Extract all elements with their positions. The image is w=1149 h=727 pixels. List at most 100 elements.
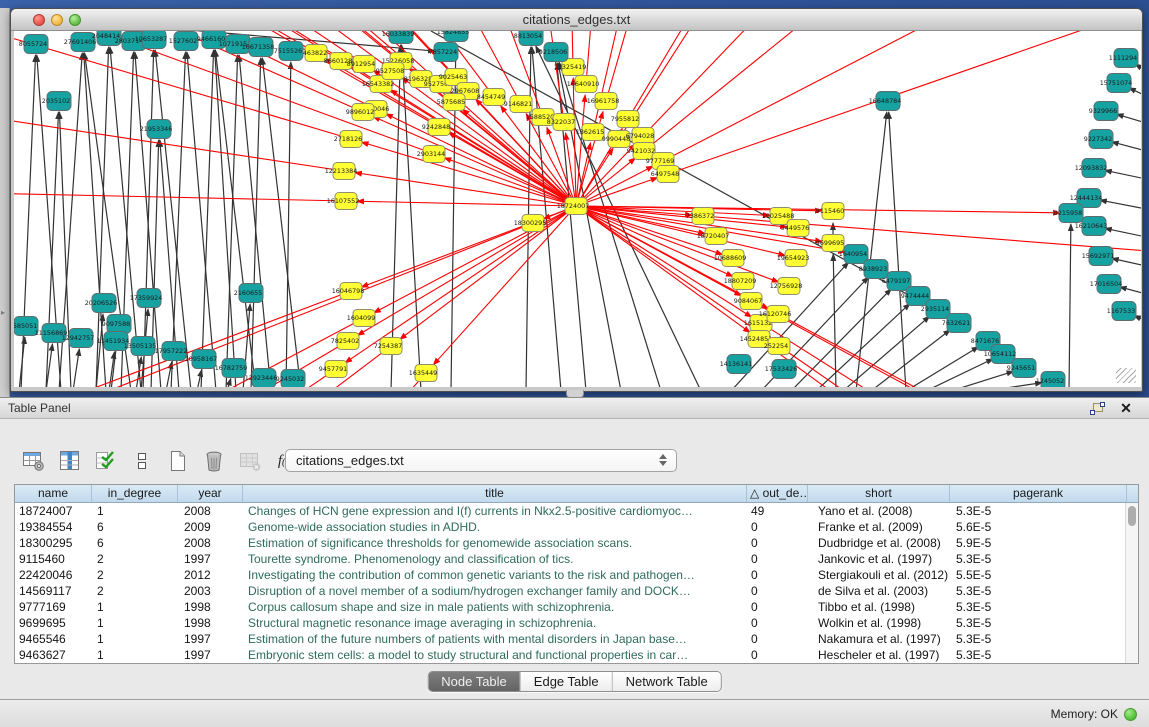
- graph-node-label: 9699695: [816, 239, 844, 247]
- graph-node-label: 2718126: [334, 135, 362, 143]
- table-selector-dropdown[interactable]: citations_edges.txt: [285, 449, 677, 472]
- column-header-name[interactable]: name: [15, 485, 92, 502]
- graph-node-label: 16782759: [215, 364, 248, 372]
- panel-collapse-arrow-icon[interactable]: ▸: [1, 308, 5, 317]
- float-window-icon[interactable]: [1090, 402, 1105, 415]
- graph-node-label: 8215958: [1054, 209, 1082, 217]
- graph-node-label: 252254: [764, 342, 788, 350]
- cell-out_degree: 0: [747, 535, 808, 551]
- cell-title: Tourette syndrome. Phenomenology and cla…: [243, 551, 747, 567]
- cell-pagerank: 5.3E-5: [950, 647, 1125, 663]
- graph-node-label: 7632621: [942, 319, 970, 327]
- memory-ok-indicator: [1124, 708, 1137, 721]
- table-row[interactable]: 946554611997Estimation of the future num…: [15, 631, 1125, 647]
- column-header-short[interactable]: short: [808, 485, 950, 502]
- column-visibility-icon[interactable]: [56, 448, 83, 474]
- cell-name: 9465546: [15, 631, 92, 647]
- vertical-scrollbar[interactable]: [1125, 503, 1138, 663]
- graph-node-label: 9218506: [539, 48, 567, 56]
- graph-node-label: 7254387: [374, 342, 402, 350]
- table-settings-icon[interactable]: [20, 448, 47, 474]
- graph-node-label: 1585051: [14, 322, 37, 330]
- trash-icon[interactable]: [200, 448, 227, 474]
- cell-short: Yano et al. (2008): [808, 503, 950, 519]
- network-view-window[interactable]: citations_edges.txt 18724007746382286601…: [10, 8, 1143, 392]
- node-table: namein_degreeyeartitle△ out_de…shortpage…: [14, 484, 1139, 664]
- cell-year: 1998: [178, 599, 243, 615]
- column-header-in_degree[interactable]: in_degree: [92, 485, 178, 502]
- graph-node-label: 1362615: [576, 128, 604, 136]
- left-panel-gutter: ▸: [0, 8, 10, 397]
- graph-node-label: 13505135: [124, 342, 157, 350]
- cell-pagerank: 5.9E-5: [950, 535, 1125, 551]
- cell-title: Corpus callosum shape and size in male p…: [243, 599, 747, 615]
- table-row[interactable]: 1872400712008Changes of HCN gene express…: [15, 503, 1125, 519]
- graph-node-label: 9329966: [1089, 107, 1117, 115]
- tab-node-table[interactable]: Node Table: [428, 672, 520, 691]
- graph-node-label: 16543382: [362, 80, 395, 88]
- table-row[interactable]: 969969511998Structural magnetic resonanc…: [15, 615, 1125, 631]
- tab-edge-table[interactable]: Edge Table: [520, 672, 612, 691]
- graph-node-label: 7825402: [331, 337, 359, 345]
- graph-node-label: 6479197: [882, 277, 910, 285]
- graph-node-label: 2935114: [921, 305, 949, 313]
- row-select-icon[interactable]: [92, 448, 119, 474]
- table-panel: Table Panel ✕: [0, 397, 1149, 699]
- graph-node-label: 10654112: [984, 350, 1017, 358]
- table-row[interactable]: 1830029562008Estimation of significance …: [15, 535, 1125, 551]
- graph-node-label: 15824855: [437, 31, 470, 36]
- cell-pagerank: 5.3E-5: [950, 583, 1125, 599]
- graph-node-label: 20206526: [85, 299, 118, 307]
- graph-node-label: 7515526: [274, 47, 302, 55]
- graph-node-label: 8938923: [859, 265, 887, 273]
- cell-year: 1997: [178, 631, 243, 647]
- graph-node-label: 17016504: [1090, 280, 1123, 288]
- cell-short: Stergiakouli et al. (2012): [808, 567, 950, 583]
- graph-node-label: 11325419: [554, 63, 587, 71]
- cell-name: 9777169: [15, 599, 92, 615]
- cell-short: Tibbo et al. (1998): [808, 599, 950, 615]
- cell-name: 9463627: [15, 647, 92, 663]
- table-row[interactable]: 1456911722003Disruption of a novel membe…: [15, 583, 1125, 599]
- table-selector-value: citations_edges.txt: [296, 453, 404, 468]
- graph-node-label: 9457791: [319, 365, 347, 373]
- graph-node-label: 18300295: [514, 219, 547, 227]
- cell-year: 2009: [178, 519, 243, 535]
- rows-icon[interactable]: [128, 448, 155, 474]
- graph-node-label: 7857224: [429, 48, 457, 56]
- column-header-year[interactable]: year: [178, 485, 243, 502]
- table-row[interactable]: 911546021997Tourette syndrome. Phenomeno…: [15, 551, 1125, 567]
- graph-node-label: 9896012: [346, 108, 374, 116]
- column-header-pagerank[interactable]: pagerank: [950, 485, 1127, 502]
- graph-node-label: 8471676: [971, 337, 999, 345]
- window-title: citations_edges.txt: [11, 9, 1142, 31]
- network-graph: 1872400774638228660128891295416543382224…: [14, 31, 1141, 387]
- graph-node-label: 9146821: [504, 100, 532, 108]
- table-row[interactable]: 1938455462009Genome-wide association stu…: [15, 519, 1125, 535]
- graph-node-label: 9115460: [816, 207, 844, 215]
- column-header-out_degree[interactable]: △ out_de…: [747, 485, 808, 502]
- graph-node-label: 12213384: [325, 167, 358, 175]
- cell-in_degree: 2: [92, 567, 178, 583]
- cell-name: 18724007: [15, 503, 92, 519]
- graph-node-label: 2035102: [42, 97, 70, 105]
- column-header-title[interactable]: title: [243, 485, 747, 502]
- graph-node-label: 6497548: [651, 170, 679, 178]
- close-icon[interactable]: ✕: [1119, 401, 1133, 416]
- network-graph-canvas[interactable]: 1872400774638228660128891295416543382224…: [14, 31, 1141, 387]
- tab-network-table[interactable]: Network Table: [612, 672, 721, 691]
- table-row[interactable]: 977716911998Corpus callosum shape and si…: [15, 599, 1125, 615]
- scrollbar-thumb[interactable]: [1128, 506, 1136, 526]
- cell-short: Nakamura et al. (1997): [808, 631, 950, 647]
- graph-node-label: 9097588: [102, 320, 130, 328]
- table-row[interactable]: 2242004622012Investigating the contribut…: [15, 567, 1125, 583]
- graph-node-label: 8055724: [19, 40, 47, 48]
- graph-node-label: 10688609: [714, 254, 747, 262]
- graph-node-label: 9025463: [439, 73, 467, 81]
- cell-title: Estimation of the future numbers of pati…: [243, 631, 747, 647]
- table-row[interactable]: 946362711997Embryonic stem cells: a mode…: [15, 647, 1125, 663]
- graph-node-label: 9474444: [901, 292, 929, 300]
- window-resize-grip[interactable]: [1116, 368, 1136, 383]
- new-document-icon[interactable]: [164, 448, 191, 474]
- window-titlebar[interactable]: citations_edges.txt: [11, 9, 1142, 31]
